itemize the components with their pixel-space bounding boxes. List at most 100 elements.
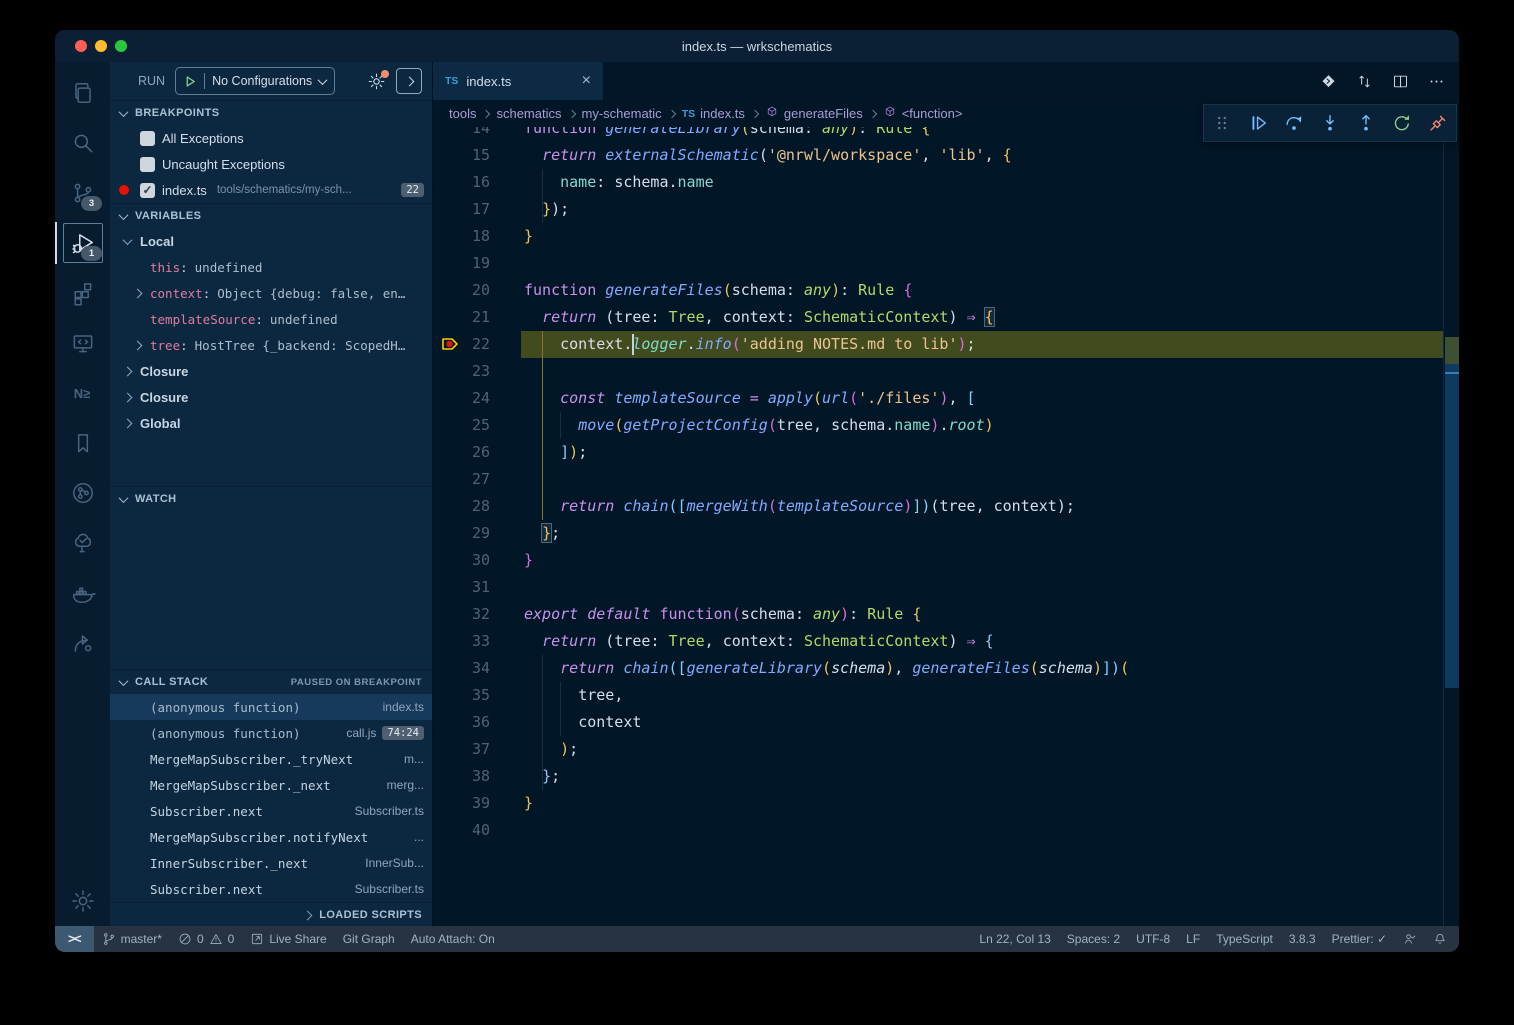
activity-bar-item-explorer[interactable] [55,68,110,118]
activity-bar-item-remote[interactable] [55,318,110,368]
cursor-position-status[interactable]: Ln 22, Col 13 [979,926,1050,952]
debug-settings-button[interactable] [367,72,386,91]
code-line[interactable]: 16 name: schema.name [433,169,1459,196]
open-changes-button[interactable] [1320,73,1337,90]
code-line[interactable]: 39} [433,790,1459,817]
breakpoint-checkbox[interactable]: ✓ [140,183,155,198]
call-stack-frame[interactable]: (anonymous function)call.js74:24 [110,720,432,746]
activity-bar-item-source-control[interactable]: 3 [55,168,110,218]
step-into-button[interactable] [1315,108,1345,138]
call-stack-frame[interactable]: (anonymous function)index.ts [110,694,432,720]
title-bar[interactable]: index.ts — wrkschematics [55,30,1459,62]
code-line[interactable]: 30} [433,547,1459,574]
code-line[interactable]: 23 [433,358,1459,385]
breadcrumb-item[interactable]: TSindex.ts [682,106,745,121]
line-number[interactable]: 35 [433,682,490,709]
git-branch-status[interactable]: master* [94,926,170,952]
line-number[interactable]: 20 [433,277,490,304]
activity-bar-item-todo-tree[interactable] [55,518,110,568]
code-line[interactable]: 34 return chain([generateLibrary(schema)… [433,655,1459,682]
live-share-status[interactable]: Live Share [242,926,334,952]
line-number[interactable]: 14 [433,127,490,142]
code-line[interactable]: 21 return (tree: Tree, context: Schemati… [433,304,1459,331]
git-graph-status[interactable]: Git Graph [335,926,403,952]
line-number[interactable]: 33 [433,628,490,655]
variables-section-header[interactable]: VARIABLES [110,203,432,228]
breakpoint-row[interactable]: ✓index.tstools/schematics/my-sch...22 [110,177,432,203]
scrollbar-slider[interactable] [1445,352,1459,688]
watch-section-header[interactable]: WATCH [110,486,432,511]
compare-changes-button[interactable] [1356,73,1373,90]
code-line[interactable]: 33 return (tree: Tree, context: Schemati… [433,628,1459,655]
call-stack-frame[interactable]: Subscriber.nextSubscriber.ts [110,798,432,824]
code-line[interactable]: 24 const templateSource = apply(url('./f… [433,385,1459,412]
code-line[interactable]: 25 move(getProjectConfig(tree, schema.na… [433,412,1459,439]
eol-status[interactable]: LF [1186,926,1200,952]
code-line[interactable]: 36 context [433,709,1459,736]
line-number[interactable]: 36 [433,709,490,736]
code-line[interactable]: 29 }; [433,520,1459,547]
breadcrumb-item[interactable]: my-schematic [582,106,662,121]
activity-bar-item-settings[interactable] [55,876,110,926]
variable-row[interactable]: tree:HostTree {_backend: ScopedH… [110,332,432,358]
breakpoint-row[interactable]: All Exceptions [110,125,432,151]
call-stack-section-header[interactable]: CALL STACK PAUSED ON BREAKPOINT [110,669,432,694]
variables-scope-closure[interactable]: Closure [110,358,432,384]
auto-attach-status[interactable]: Auto Attach: On [403,926,503,952]
indentation-status[interactable]: Spaces: 2 [1067,926,1120,952]
line-number[interactable]: 25 [433,412,490,439]
code-editor[interactable]: 14function generateLibrary(schema: any):… [433,127,1459,926]
continue-button[interactable] [1243,108,1273,138]
ts-version-status[interactable]: 3.8.3 [1289,926,1316,952]
close-tab-icon[interactable]: × [582,73,591,89]
line-number[interactable]: 37 [433,736,490,763]
variable-row[interactable]: context:Object {debug: false, en… [110,280,432,306]
line-number[interactable]: 40 [433,817,490,844]
line-number[interactable]: 24 [433,385,490,412]
code-line[interactable]: 37 ); [433,736,1459,763]
minimize-window-button[interactable] [95,40,107,52]
variable-row[interactable]: this:undefined [110,254,432,280]
activity-bar-item-extensions[interactable] [55,268,110,318]
call-stack-frame[interactable]: InnerSubscriber._nextInnerSub... [110,850,432,876]
more-actions-button[interactable] [1428,73,1445,90]
line-number[interactable]: 23 [433,358,490,385]
language-mode-status[interactable]: TypeScript [1216,926,1273,952]
step-out-button[interactable] [1351,108,1381,138]
drag-handle-button[interactable] [1207,108,1237,138]
variables-scope-global[interactable]: Global [110,410,432,436]
remote-indicator[interactable]: >< [55,926,94,952]
line-number[interactable]: 26 [433,439,490,466]
restart-button[interactable] [1387,108,1417,138]
step-over-button[interactable] [1279,108,1309,138]
activity-bar-item-nx-console[interactable]: N≥ [55,368,110,418]
code-line[interactable]: 38 }; [433,763,1459,790]
activity-bar-item-search[interactable] [55,118,110,168]
variables-scope-local[interactable]: Local [110,228,432,254]
code-line[interactable]: 22 context.logger.info('adding NOTES.md … [433,331,1459,358]
tab-index-ts[interactable]: TS index.ts × [433,62,603,100]
line-number[interactable]: 30 [433,547,490,574]
breadcrumb-item[interactable]: schematics [496,106,561,121]
breakpoint-checkbox[interactable] [140,131,155,146]
activity-bar-item-git-graph[interactable] [55,468,110,518]
activity-bar-item-docker[interactable] [55,568,110,618]
breakpoint-row[interactable]: Uncaught Exceptions [110,151,432,177]
call-stack-frame[interactable]: MergeMapSubscriber._tryNextm... [110,746,432,772]
problems-status[interactable]: 00 [170,926,242,952]
line-number[interactable]: 29 [433,520,490,547]
launch-configuration-dropdown[interactable]: No Configurations [175,67,335,95]
code-line[interactable]: 35 tree, [433,682,1459,709]
activity-bar-item-run-debug[interactable]: 1 [55,218,110,268]
line-number[interactable]: 28 [433,493,490,520]
loaded-scripts-section-header[interactable]: LOADED SCRIPTS [110,902,432,926]
line-number[interactable]: 38 [433,763,490,790]
code-line[interactable]: 17 }); [433,196,1459,223]
disconnect-button[interactable] [1423,108,1453,138]
breadcrumb-item[interactable]: generateFiles [765,105,863,122]
breadcrumb-item[interactable]: tools [449,106,476,121]
code-line[interactable]: 15 return externalSchematic('@nrwl/works… [433,142,1459,169]
line-number[interactable]: 34 [433,655,490,682]
code-line[interactable]: 18} [433,223,1459,250]
variables-scope-closure[interactable]: Closure [110,384,432,410]
